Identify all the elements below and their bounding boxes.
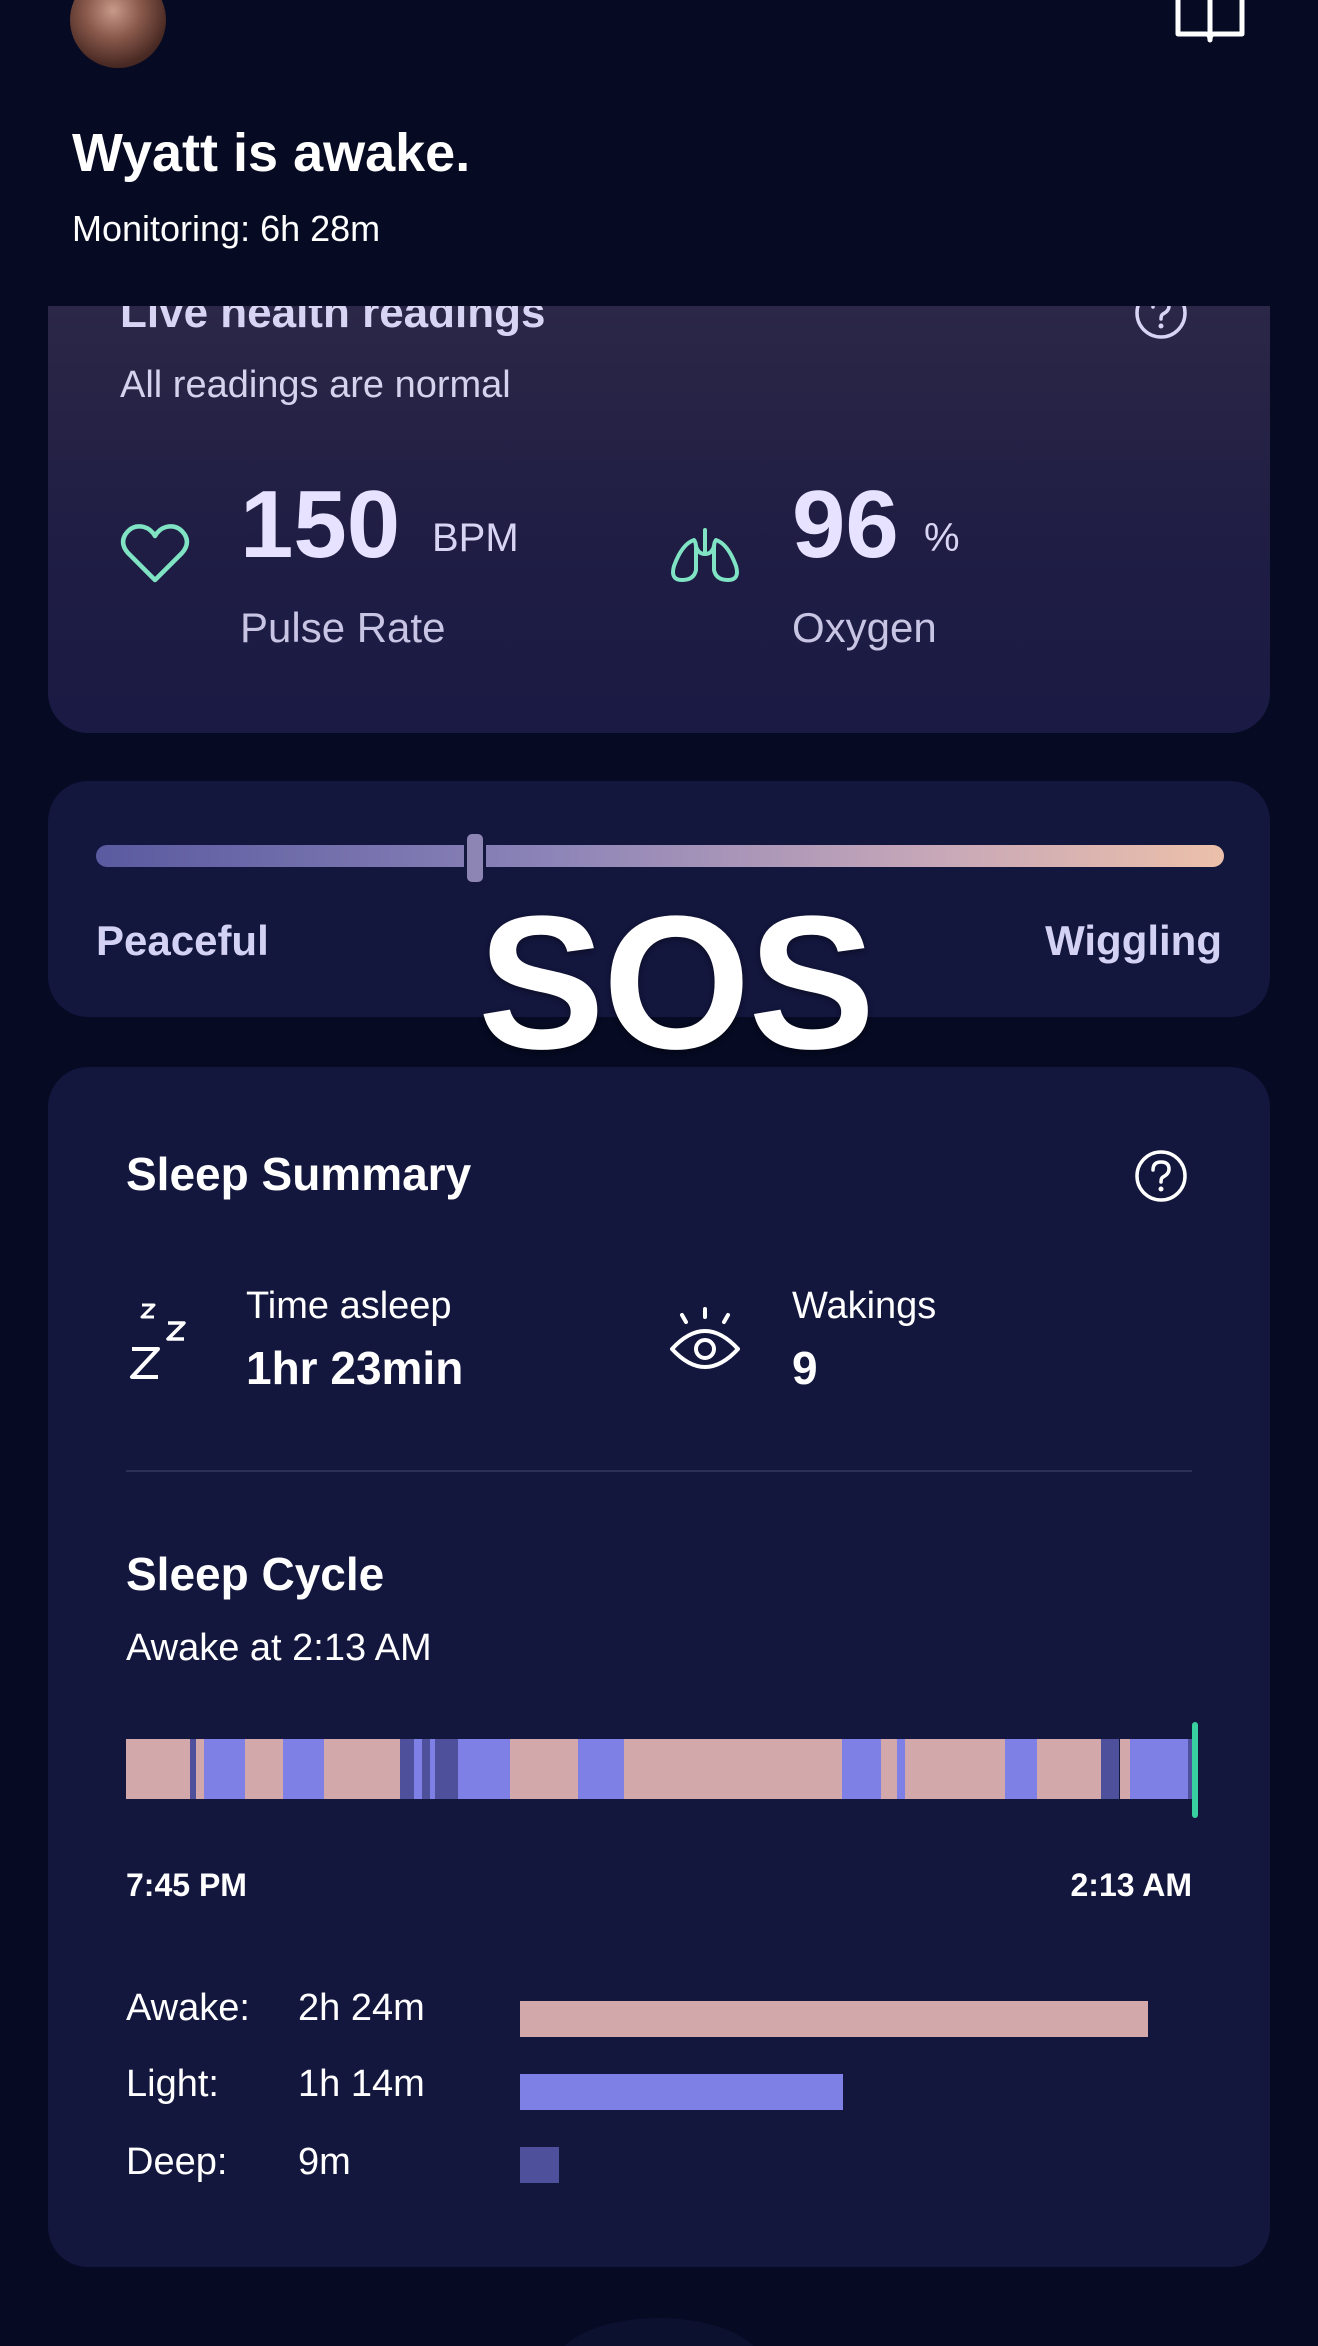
help-icon[interactable] <box>1134 1149 1188 1203</box>
timeline-segment-light <box>203 1739 246 1799</box>
timeline-segment-awake <box>324 1739 400 1799</box>
stage-awake-bar <box>520 2001 1148 2037</box>
stage-deep-duration: 9m <box>298 2141 351 2183</box>
current-time-marker <box>1192 1722 1198 1818</box>
timeline-segment-light <box>413 1739 423 1799</box>
timeline-segment-light <box>842 1739 881 1799</box>
heart-icon <box>120 524 190 583</box>
timeline-segment-awake <box>126 1739 190 1799</box>
timeline-segment-deep <box>422 1739 430 1799</box>
wakings-value: 9 <box>792 1342 818 1394</box>
lungs-icon <box>671 528 739 582</box>
page-title: Wyatt is awake. <box>72 123 471 183</box>
wakings-label: Wakings <box>792 1285 937 1327</box>
peaceful-label: Peaceful <box>96 917 269 964</box>
stage-deep-bar <box>520 2147 560 2183</box>
sleep-zzz-icon <box>130 1303 186 1379</box>
book-icon[interactable] <box>1172 0 1248 54</box>
pulse-label: Pulse Rate <box>240 604 446 651</box>
sleep-cycle-title: Sleep Cycle <box>126 1548 385 1600</box>
sos-overlay[interactable]: SOS <box>478 888 875 1078</box>
timeline-segment-awake <box>623 1739 843 1799</box>
time-asleep-value: 1hr 23min <box>246 1342 464 1394</box>
timeline-segment-light <box>577 1739 624 1799</box>
timeline-segment-awake <box>1119 1739 1131 1799</box>
oxygen-label: Oxygen <box>792 604 937 651</box>
timeline-segment-deep <box>435 1739 458 1799</box>
wiggling-label: Wiggling <box>1045 917 1222 964</box>
timeline-segment-awake <box>880 1739 897 1799</box>
avatar[interactable] <box>70 0 166 68</box>
timeline-segment-awake <box>905 1739 1006 1799</box>
pulse-unit: BPM <box>432 516 519 560</box>
stage-light-label: Light: <box>126 2063 219 2105</box>
sleep-summary-title: Sleep Summary <box>126 1148 472 1200</box>
timeline-segment-awake <box>1037 1739 1102 1799</box>
timeline-segment-deep <box>1101 1739 1120 1799</box>
header: Wyatt is awake. Monitoring: 6h 28m <box>0 0 1318 306</box>
timeline-start-time: 7:45 PM <box>126 1867 247 1903</box>
sleep-cycle-subtitle: Awake at 2:13 AM <box>126 1627 432 1669</box>
stage-awake-duration: 2h 24m <box>298 1987 425 2029</box>
stage-light-duration: 1h 14m <box>298 2063 425 2105</box>
sleep-cycle-timeline <box>126 1739 1192 1799</box>
eye-icon <box>670 1307 740 1369</box>
health-readings-card[interactable]: Live health readings All readings are no… <box>48 260 1270 733</box>
timeline-segment-light <box>896 1739 906 1799</box>
timeline-segment-light <box>1005 1739 1038 1799</box>
stage-light-bar <box>520 2074 843 2110</box>
bottom-nav-button[interactable] <box>554 2318 764 2346</box>
timeline-segment-awake <box>196 1739 204 1799</box>
timeline-segment-light <box>457 1739 510 1799</box>
stage-awake-label: Awake: <box>126 1987 250 2029</box>
timeline-segment-light <box>282 1739 325 1799</box>
sleep-summary-card: Sleep Summary Time asleep 1hr 23min Waki… <box>48 1067 1270 2267</box>
timeline-segment-light <box>1130 1739 1188 1799</box>
timeline-segment-deep <box>399 1739 414 1799</box>
stage-deep-label: Deep: <box>126 2141 228 2183</box>
oxygen-unit: % <box>924 516 960 560</box>
oxygen-value: 96 <box>792 471 899 578</box>
movement-slider-track <box>96 845 1224 867</box>
divider <box>126 1470 1192 1472</box>
timeline-segment-awake <box>509 1739 578 1799</box>
pulse-value: 150 <box>240 471 401 578</box>
timeline-end-time: 2:13 AM <box>1070 1867 1192 1903</box>
time-asleep-label: Time asleep <box>246 1285 452 1327</box>
health-status: All readings are normal <box>120 364 511 406</box>
monitoring-duration: Monitoring: 6h 28m <box>72 208 381 249</box>
timeline-segment-awake <box>245 1739 283 1799</box>
